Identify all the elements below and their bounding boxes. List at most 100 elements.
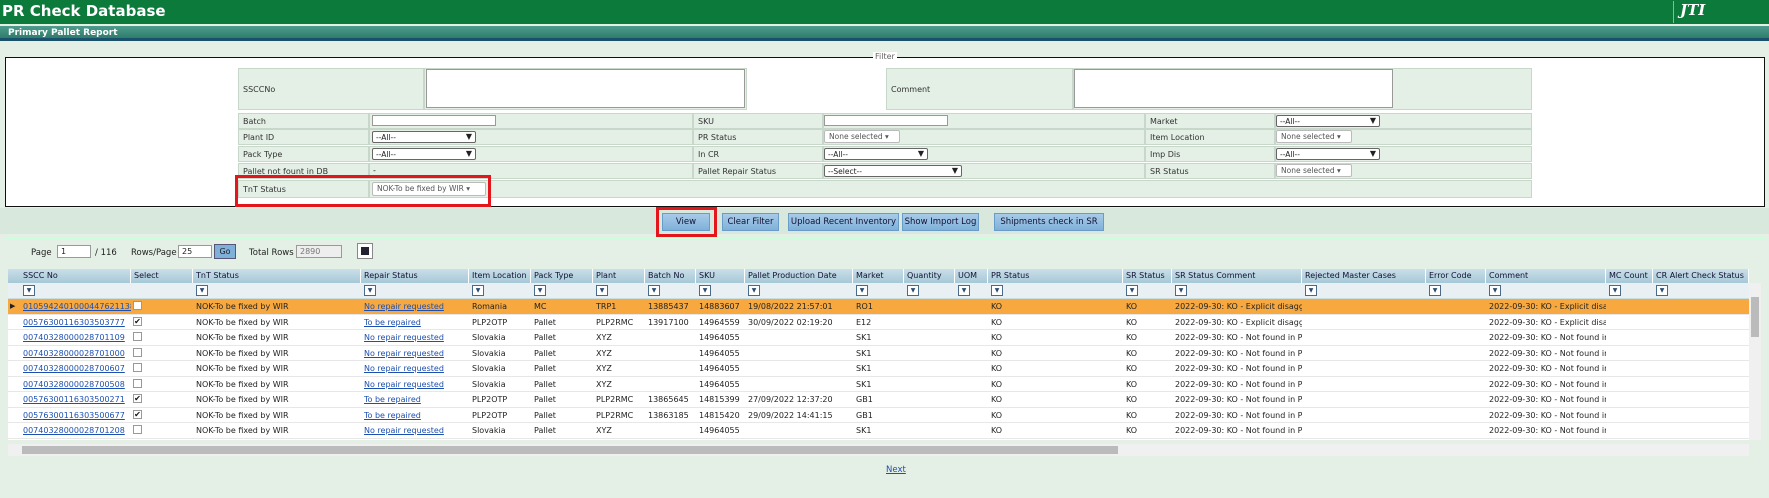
sscc-link[interactable]: 00740328000028700607 [23, 364, 125, 373]
column-header[interactable]: PR Status [988, 269, 1123, 283]
horizontal-scrollbar[interactable] [8, 444, 1749, 456]
vertical-scrollbar[interactable] [1749, 283, 1761, 440]
repair-status-link[interactable]: To be repaired [364, 411, 421, 420]
sscc-link[interactable]: 00576300116303500271 [23, 395, 125, 404]
column-header[interactable]: SR Status Comment [1172, 269, 1302, 283]
repair-status-link[interactable]: No repair requested [364, 364, 444, 373]
table-row[interactable]: 00740328000028700607 NOK-To be fixed by W… [8, 361, 1749, 377]
filter-dropdown-icon[interactable]: ▼ [364, 285, 376, 296]
item-location-multiselect[interactable]: None selected ▾ [1276, 130, 1352, 143]
filter-dropdown-icon[interactable]: ▼ [907, 285, 919, 296]
select-checkbox[interactable]: ✔ [133, 409, 142, 419]
show-import-log-button[interactable]: Show Import Log [902, 213, 979, 231]
filter-dropdown-icon[interactable]: ▼ [1175, 285, 1187, 296]
plant-select[interactable]: --All-- ▼ [372, 131, 476, 143]
select-checkbox[interactable] [133, 332, 142, 341]
column-header[interactable]: Pallet Production Date [745, 269, 853, 283]
filter-dropdown-icon[interactable]: ▼ [1609, 285, 1621, 296]
horizontal-scroll-thumb[interactable] [22, 446, 1118, 454]
table-row[interactable]: 00740328000028700508 NOK-To be fixed by W… [8, 377, 1749, 392]
table-row[interactable]: 00576300116303503777 ✔ NOK-To be fixed by … [8, 315, 1749, 330]
column-header[interactable]: Quantity [904, 269, 955, 283]
repair-status-link[interactable]: To be repaired [364, 395, 421, 404]
filter-dropdown-icon[interactable]: ▼ [856, 285, 868, 296]
repair-status-link[interactable]: To be repaired [364, 318, 421, 327]
next-page-link[interactable]: Next [886, 465, 906, 475]
column-header[interactable]: TnT Status [193, 269, 361, 283]
table-row[interactable]: ▶ 01059424010004476211388 NOK-To be fixed … [8, 299, 1749, 315]
column-header[interactable]: Market [853, 269, 904, 283]
vertical-scroll-thumb[interactable] [1751, 297, 1759, 337]
page-input[interactable]: 1 [57, 245, 91, 258]
sscc-link[interactable]: 01059424010004476211388 [23, 302, 131, 311]
sscc-link[interactable]: 00576300116303503777 [23, 318, 125, 327]
save-icon[interactable] [357, 243, 373, 259]
column-header[interactable]: SSCC No [20, 269, 131, 283]
filter-dropdown-icon[interactable]: ▼ [648, 285, 660, 296]
shipments-check-button[interactable]: Shipments check in SR [994, 213, 1104, 231]
select-checkbox[interactable] [133, 347, 142, 357]
column-header[interactable]: Plant [593, 269, 645, 283]
select-checkbox[interactable] [133, 425, 142, 434]
select-checkbox[interactable]: ✔ [133, 316, 142, 326]
filter-dropdown-icon[interactable]: ▼ [472, 285, 484, 296]
select-checkbox[interactable] [133, 301, 142, 310]
repair-status-link[interactable]: No repair requested [364, 302, 444, 311]
table-row[interactable]: 00740328000028701000 NOK-To be fixed by W… [8, 346, 1749, 361]
filter-dropdown-icon[interactable]: ▼ [748, 285, 760, 296]
filter-dropdown-icon[interactable]: ▼ [196, 285, 208, 296]
imp-dis-select[interactable]: --All-- ▼ [1276, 148, 1380, 160]
repair-status-link[interactable]: No repair requested [364, 380, 444, 389]
repair-status-link[interactable]: No repair requested [364, 426, 444, 435]
comment-textarea[interactable] [1074, 69, 1393, 108]
in-cr-select[interactable]: --All-- ▼ [824, 148, 928, 160]
column-header[interactable]: Select [131, 269, 193, 283]
sscc-link[interactable]: 00576300116303500677 [23, 411, 125, 420]
sscc-link[interactable]: 00740328000028701000 [23, 349, 125, 358]
filter-dropdown-icon[interactable]: ▼ [1656, 285, 1668, 296]
column-header[interactable]: CR Alert Check Status [1653, 269, 1749, 283]
pack-type-select[interactable]: --All-- ▼ [372, 148, 476, 160]
go-button[interactable]: Go [214, 244, 236, 259]
column-header[interactable]: Error Code [1426, 269, 1486, 283]
sr-status-multiselect[interactable]: None selected ▾ [1276, 164, 1352, 177]
rows-per-page-input[interactable]: 25 [178, 245, 212, 258]
table-row[interactable]: 00576300116303500677 ✔ NOK-To be fixed by … [8, 408, 1749, 423]
column-header[interactable]: Batch No [645, 269, 696, 283]
select-checkbox[interactable]: ✔ [133, 394, 142, 403]
column-header[interactable]: SKU [696, 269, 745, 283]
sscc-link[interactable]: 00740328000028700508 [23, 380, 125, 389]
column-header[interactable]: SR Status [1123, 269, 1172, 283]
column-header[interactable]: Item Location [469, 269, 531, 283]
filter-dropdown-icon[interactable]: ▼ [1126, 285, 1138, 296]
filter-dropdown-icon[interactable]: ▼ [958, 285, 970, 296]
clear-filter-button[interactable]: Clear Filter [722, 213, 779, 231]
column-header[interactable]: Pack Type [531, 269, 593, 283]
column-header[interactable]: MC Count [1606, 269, 1653, 283]
sscc-link[interactable]: 00740328000028701109 [23, 333, 125, 342]
market-select[interactable]: --All-- ▼ [1276, 115, 1380, 127]
sscc-link[interactable]: 00740328000028701208 [23, 426, 125, 435]
filter-dropdown-icon[interactable]: ▼ [1429, 285, 1441, 296]
filter-dropdown-icon[interactable]: ▼ [1305, 285, 1317, 296]
column-header[interactable]: Rejected Master Cases [1302, 269, 1426, 283]
filter-dropdown-icon[interactable]: ▼ [534, 285, 546, 296]
table-row[interactable]: 00740328000028701208 NOK-To be fixed by W… [8, 423, 1749, 439]
column-header[interactable]: Comment [1486, 269, 1606, 283]
filter-dropdown-icon[interactable]: ▼ [1489, 285, 1501, 296]
pr-status-multiselect[interactable]: None selected ▾ [824, 130, 900, 143]
sscc-textarea[interactable] [426, 69, 745, 108]
column-header[interactable]: UOM [955, 269, 988, 283]
filter-dropdown-icon[interactable]: ▼ [991, 285, 1003, 296]
repair-status-link[interactable]: No repair requested [364, 333, 444, 342]
filter-dropdown-icon[interactable]: ▼ [596, 285, 608, 296]
table-row[interactable]: 00576300116303500271 ✔ NOK-To be fixed by … [8, 392, 1749, 408]
table-row[interactable]: 00740328000028701109 NOK-To be fixed by W… [8, 330, 1749, 346]
filter-dropdown-icon[interactable]: ▼ [699, 285, 711, 296]
filter-dropdown-icon[interactable]: ▼ [23, 285, 35, 296]
select-checkbox[interactable] [133, 363, 142, 372]
pallet-repair-select[interactable]: --Select-- ▼ [824, 165, 962, 177]
column-header[interactable]: Repair Status [361, 269, 469, 283]
repair-status-link[interactable]: No repair requested [364, 349, 444, 358]
select-checkbox[interactable] [133, 378, 142, 388]
